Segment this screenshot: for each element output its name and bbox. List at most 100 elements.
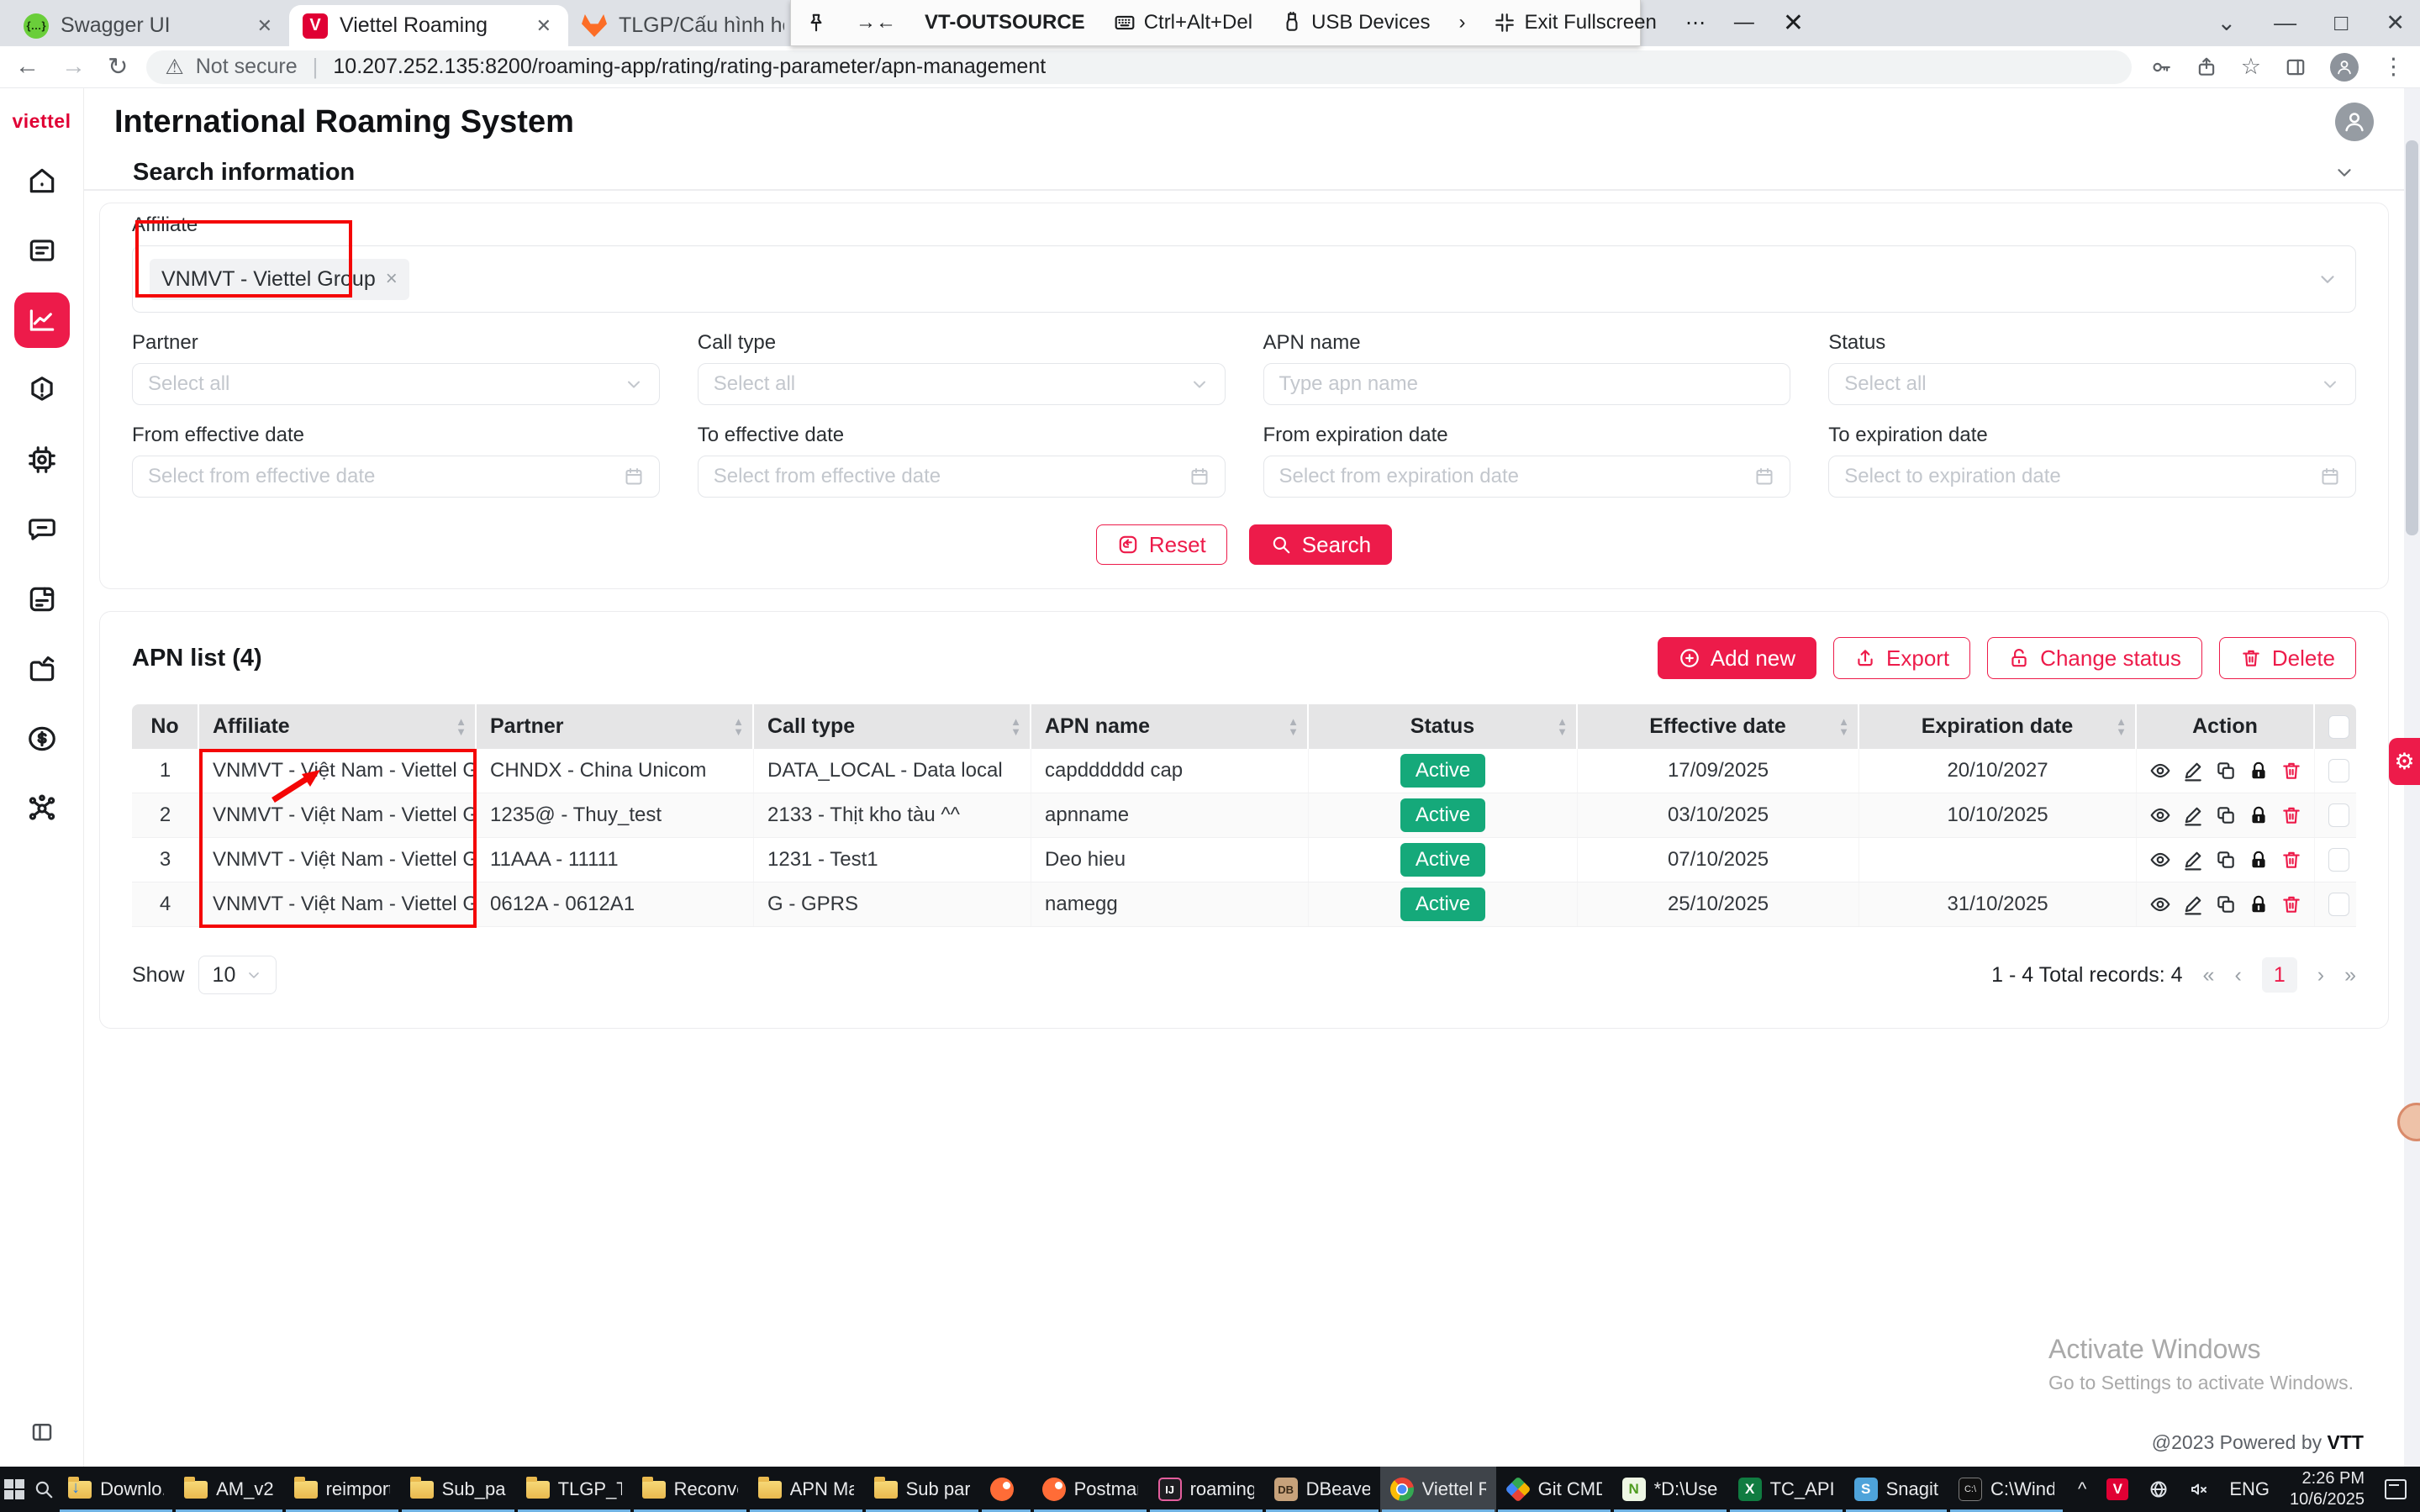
bookmark-star-icon[interactable]: ☆ [2241,54,2261,80]
taskbar-item-postman-agent[interactable] [980,1467,1032,1512]
back-button[interactable]: ← [15,53,40,81]
affiliate-select[interactable]: VNMVT - Viettel Group × [132,245,2356,313]
sort-icons[interactable]: ▲▼ [1288,717,1299,737]
forward-button[interactable]: → [61,53,86,81]
taskbar-search-button[interactable] [29,1467,59,1512]
sort-icons[interactable]: ▲▼ [1838,717,1849,737]
column-header-effective-date[interactable]: Effective date▲▼ [1578,704,1859,749]
delete-button[interactable]: Delete [2219,637,2356,679]
change-status-button[interactable]: Change status [1987,637,2202,679]
sidebar-item-alerts[interactable] [23,371,61,409]
sidebar-item-files[interactable] [23,650,61,688]
select-all-checkbox[interactable] [2315,704,2363,749]
sort-icons[interactable]: ▲▼ [733,717,744,737]
browser-tab-swagger[interactable]: {…} Swagger UI ✕ [10,5,289,46]
sidebar-collapse-button[interactable] [29,1420,55,1445]
from-expiration-date-input[interactable] [1279,465,1755,488]
browser-tab-viettel-roaming[interactable]: V Viettel Roaming ✕ [289,5,568,46]
taskbar-item-chrome-viettel[interactable]: Viettel R... [1380,1467,1496,1512]
share-icon[interactable] [2196,56,2217,78]
to-expiration-date-input[interactable] [1844,465,2320,488]
edit-icon[interactable] [2182,847,2204,872]
column-header-affiliate[interactable]: Affiliate▲▼ [199,704,477,749]
column-header-status[interactable]: Status▲▼ [1309,704,1578,749]
delete-row-icon[interactable] [2280,758,2302,783]
close-tab-icon[interactable]: ✕ [254,15,276,37]
toolbar-more-button[interactable]: ⋯ [1671,11,1720,35]
apn-name-input[interactable] [1279,372,1775,396]
edit-icon[interactable] [2182,892,2204,917]
reload-button[interactable]: ↻ [108,52,128,82]
taskbar-item-sub-part-folder[interactable]: Sub_part... [400,1467,516,1512]
last-page-button[interactable]: » [2344,963,2356,988]
taskbar-item-postman[interactable]: Postman [1032,1467,1148,1512]
affiliate-chip[interactable]: VNMVT - Viettel Group × [150,259,409,300]
pin-toolbar-button[interactable] [791,12,841,34]
next-page-button[interactable]: › [2317,963,2324,988]
taskbar-item-sub-part2-folder[interactable]: Sub part... [864,1467,980,1512]
toolbar-minimize-button[interactable]: — [1720,11,1769,34]
taskbar-item-apn-ma-folder[interactable]: APN Ma... [748,1467,864,1512]
viettel-tray-icon[interactable]: V [2106,1478,2128,1500]
sidebar-item-system[interactable] [23,440,61,479]
export-button[interactable]: Export [1833,637,1970,679]
copy-icon[interactable] [2215,803,2237,828]
window-maximize-button[interactable]: □ [2334,10,2348,36]
sidebar-item-messages[interactable] [23,510,61,549]
add-new-button[interactable]: Add new [1658,637,1816,679]
calendar-icon[interactable] [2320,466,2340,487]
scrollbar-thumb[interactable] [2406,140,2418,535]
url-text[interactable]: 10.207.252.135:8200/roaming-app/rating/r… [333,55,1046,79]
copy-icon[interactable] [2215,847,2237,872]
calendar-icon[interactable] [1189,466,1210,487]
security-label[interactable]: Not secure [196,55,298,79]
column-header-apn-name[interactable]: APN name▲▼ [1031,704,1309,749]
url-omnibox[interactable]: ⚠ Not secure | 10.207.252.135:8200/roami… [146,50,2131,84]
taskbar-item-git-cmd[interactable]: Git CMD... [1496,1467,1612,1512]
column-header-no[interactable]: No [132,704,199,749]
calendar-icon[interactable] [1754,466,1774,487]
taskbar-item-reimport-folder[interactable]: reimport [284,1467,400,1512]
lock-icon[interactable] [2248,803,2270,828]
tab-search-chevron-icon[interactable]: ⌄ [2217,10,2236,36]
ctrl-alt-del-button[interactable]: Ctrl+Alt+Del [1099,11,1267,34]
copy-icon[interactable] [2215,892,2237,917]
column-header-expiration-date[interactable]: Expiration date▲▼ [1859,704,2137,749]
calendar-icon[interactable] [624,466,644,487]
view-icon[interactable] [2149,847,2171,872]
edit-icon[interactable] [2182,803,2204,828]
sidebar-item-billing[interactable] [23,719,61,758]
chip-remove-icon[interactable]: × [386,267,398,291]
usb-devices-button[interactable]: USB Devices [1267,11,1444,34]
view-icon[interactable] [2149,803,2171,828]
exit-fullscreen-button[interactable]: Exit Fullscreen [1479,11,1670,34]
taskbar-item-intellij-roaming[interactable]: IJroaming... [1148,1467,1264,1512]
copy-icon[interactable] [2215,758,2237,783]
tray-show-hidden-icon[interactable]: ^ [2078,1478,2086,1500]
partner-select[interactable]: Select all [132,363,660,405]
sort-icons[interactable]: ▲▼ [1010,717,1021,737]
browser-profile-avatar[interactable] [2330,53,2359,82]
password-key-icon[interactable] [2150,56,2172,78]
edit-icon[interactable] [2182,758,2204,783]
taskbar-item-tlgp-folder[interactable]: TLGP_Ti... [516,1467,632,1512]
collapse-chevron-icon[interactable] [2333,161,2355,183]
delete-row-icon[interactable] [2280,803,2302,828]
status-select[interactable]: Select all [1828,363,2356,405]
language-indicator[interactable]: ENG [2229,1478,2270,1500]
sidebar-item-home[interactable] [23,161,61,200]
row-checkbox[interactable] [2328,848,2349,872]
taskbar-item-notepadpp[interactable]: N*D:\User... [1612,1467,1728,1512]
taskbar-item-snagit[interactable]: SSnagit [1844,1467,1948,1512]
browser-menu-dots-icon[interactable]: ⋮ [2382,54,2405,80]
sidebar-item-reports[interactable] [23,580,61,619]
collapse-arrows-icon[interactable]: →← [841,11,910,34]
lock-icon[interactable] [2248,758,2270,783]
not-secure-warning-icon[interactable]: ⚠ [165,55,183,80]
taskbar-item-downloads-folder[interactable]: Downlo... [58,1467,174,1512]
reset-button[interactable]: Reset [1096,524,1227,565]
current-page-button[interactable]: 1 [2262,957,2297,993]
from-effective-date-input[interactable] [148,465,624,488]
taskbar-item-dbeaver[interactable]: DBDBeaver... [1264,1467,1380,1512]
column-header-call-type[interactable]: Call type▲▼ [754,704,1031,749]
